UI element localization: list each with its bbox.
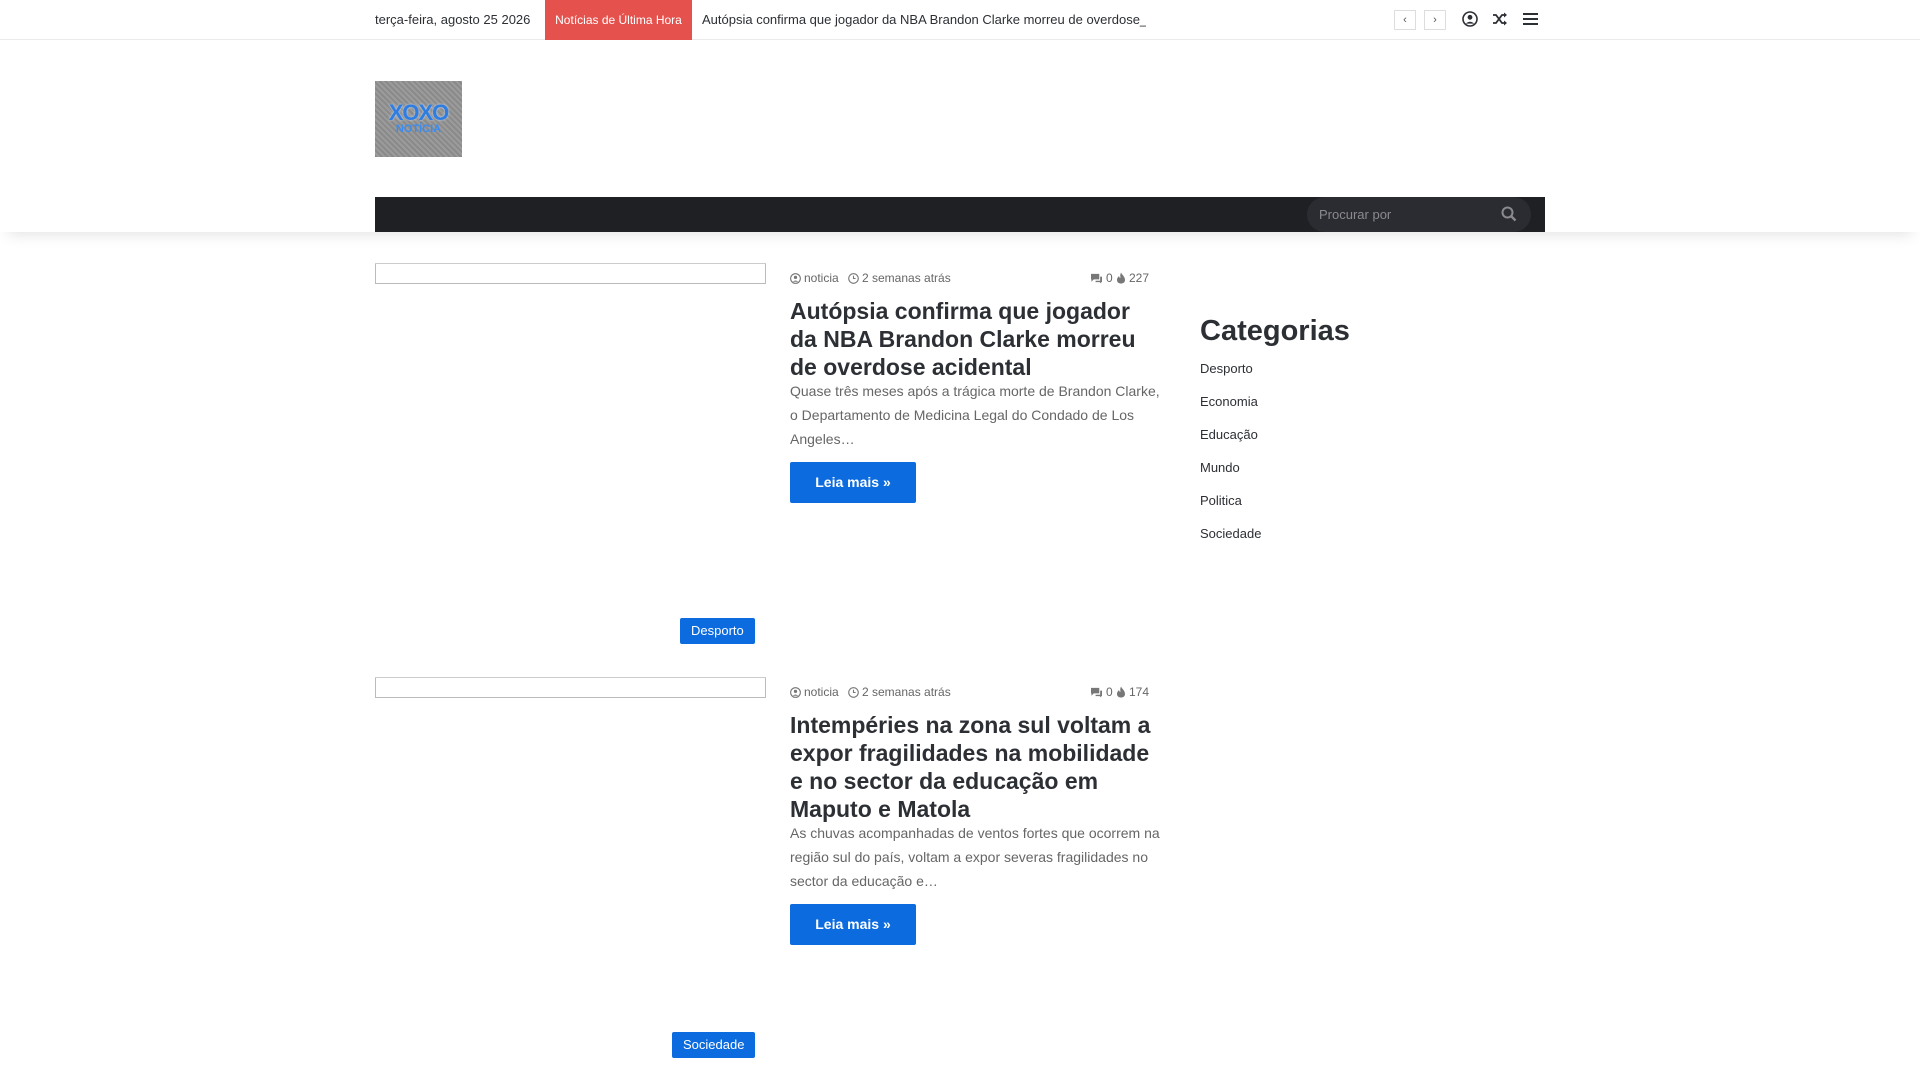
- post-date: 2 semanas atrás: [848, 271, 951, 285]
- ticker-next-button[interactable]: ›: [1424, 10, 1446, 30]
- read-more-button[interactable]: Leia mais »: [790, 904, 916, 945]
- search-icon[interactable]: [1501, 206, 1517, 222]
- clock-icon: [848, 686, 859, 698]
- category-link-economia[interactable]: Economia: [1200, 385, 1545, 418]
- post-meta: noticia 2 semanas atrás 0 227: [790, 271, 1154, 287]
- comments-icon: [1091, 273, 1102, 284]
- post-excerpt: Quase três meses após a trágica morte de…: [790, 383, 1160, 447]
- random-article-icon[interactable]: [1489, 8, 1511, 30]
- search-input[interactable]: [1319, 197, 1489, 232]
- post-category-badge[interactable]: Desporto: [680, 618, 755, 644]
- current-date: terça-feira, agosto 25 2026: [375, 12, 531, 27]
- category-link-politica[interactable]: Politica: [1200, 484, 1545, 517]
- post-author-name: noticia: [804, 685, 839, 699]
- logo-line-1: XOXO: [388, 100, 450, 125]
- post-views-count: 227: [1129, 271, 1150, 285]
- post-thumbnail[interactable]: [375, 677, 766, 1057]
- broken-image-icon: [375, 264, 766, 284]
- search-form: [1307, 197, 1531, 232]
- post-views: 227: [1116, 271, 1149, 285]
- site-header: XOXO NOTÍCIA: [0, 40, 1920, 232]
- post-views: 174: [1116, 685, 1149, 699]
- sidebar-menu-icon[interactable]: [1519, 8, 1541, 30]
- post-author[interactable]: noticia: [790, 685, 839, 699]
- ticker-prev-button[interactable]: ‹: [1394, 10, 1416, 30]
- category-link-sociedade[interactable]: Sociedade: [1200, 517, 1545, 550]
- logo-line-2: NOTÍCIA: [395, 123, 442, 135]
- post-title[interactable]: Autópsia confirma que jogador da NBA Bra…: [790, 297, 1160, 381]
- clock-icon: [848, 272, 859, 284]
- post-date-text: 2 semanas atrás: [862, 271, 951, 285]
- fire-icon: [1117, 272, 1125, 284]
- post-views-count: 174: [1129, 685, 1150, 699]
- post-title[interactable]: Intempéries na zona sul voltam a expor f…: [790, 711, 1160, 823]
- post-date: 2 semanas atrás: [848, 685, 951, 699]
- post-comments-count: 0: [1106, 271, 1113, 285]
- user-login-icon[interactable]: [1459, 8, 1481, 30]
- post-comments-count: 0: [1106, 685, 1113, 699]
- post-category-badge[interactable]: Sociedade: [672, 1032, 756, 1058]
- read-more-button[interactable]: Leia mais »: [790, 462, 916, 503]
- main-navigation: [375, 197, 1545, 232]
- post-thumbnail[interactable]: [375, 263, 766, 643]
- breaking-news-label: Notícias de Última Hora: [545, 0, 692, 40]
- breaking-news-link[interactable]: Autópsia confirma que jogador da NBA Bra…: [702, 12, 1146, 27]
- post-excerpt: As chuvas acompanhadas de ventos fortes …: [790, 825, 1160, 889]
- post-meta: noticia 2 semanas atrás 0 174: [790, 685, 1154, 701]
- category-link-educacao[interactable]: Educação: [1200, 418, 1545, 451]
- user-icon: [790, 272, 801, 284]
- broken-image-icon: [375, 678, 766, 698]
- comments-icon: [1091, 687, 1102, 698]
- post-date-text: 2 semanas atrás: [862, 685, 951, 699]
- post-author-name: noticia: [804, 271, 839, 285]
- category-link-desporto[interactable]: Desporto: [1200, 352, 1545, 385]
- sidebar-categories-widget: Categorias Desporto Economia Educação Mu…: [1200, 310, 1545, 550]
- category-link-mundo[interactable]: Mundo: [1200, 451, 1545, 484]
- post-comments[interactable]: 0: [1090, 271, 1113, 285]
- widget-title: Categorias: [1200, 315, 1350, 347]
- post-author[interactable]: noticia: [790, 271, 839, 285]
- post-comments[interactable]: 0: [1090, 685, 1113, 699]
- site-logo[interactable]: XOXO NOTÍCIA: [375, 81, 462, 157]
- top-bar: terça-feira, agosto 25 2026 Notícias de …: [0, 0, 1920, 40]
- user-icon: [790, 686, 801, 698]
- fire-icon: [1117, 686, 1125, 698]
